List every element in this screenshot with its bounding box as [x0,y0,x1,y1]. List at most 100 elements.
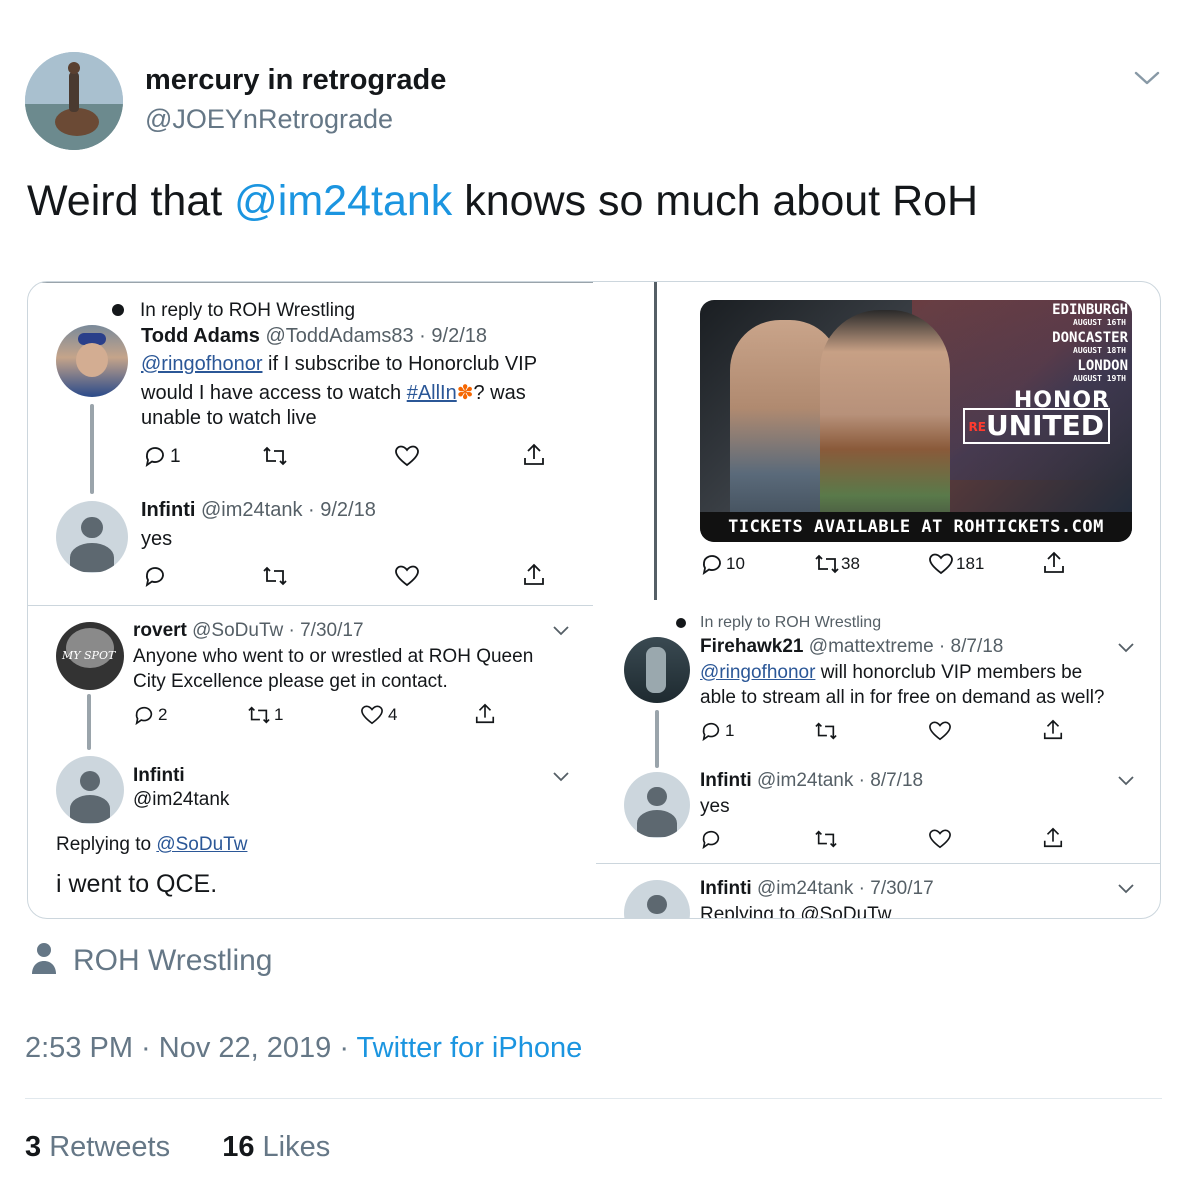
avatar[interactable] [56,501,128,573]
chevron-down-icon[interactable] [551,769,571,785]
share-icon[interactable] [1042,550,1066,576]
thread-line [87,694,91,750]
retweet-icon[interactable] [814,720,838,742]
tweet-text: @ringofhonor if I subscribe to Honorclub… [141,353,538,375]
retweet-icon[interactable] [262,564,288,588]
paw-icon: ✽ [456,382,474,404]
panel-divider [654,282,657,600]
reply-icon[interactable] [700,828,722,850]
reply-icon[interactable] [133,704,155,726]
retweet-icon[interactable] [262,444,288,468]
tweet-text: Weird that @im24tank knows so much about… [27,177,979,225]
like-count: 4 [388,705,398,724]
heart-icon[interactable] [394,564,420,588]
heart-icon[interactable] [928,552,954,576]
source-link[interactable]: Twitter for iPhone [357,1032,583,1064]
retweet-icon[interactable] [814,828,838,850]
share-icon[interactable] [522,442,546,468]
avatar-text: MY SPOT [62,649,116,662]
tweet-author[interactable]: Infinti @im24tank · 8/7/18 [700,770,923,792]
thread-line [90,404,94,494]
avatar[interactable] [56,325,128,397]
avatar[interactable] [56,756,124,824]
heart-icon[interactable] [360,704,384,726]
tweet-text: able to stream all in for free on demand… [700,687,1105,708]
retweet-icon[interactable] [814,552,840,576]
likes-stat[interactable]: 16 Likes [222,1131,330,1163]
poster-city: EDINBURGH [1052,302,1128,318]
share-icon[interactable] [522,562,546,588]
chevron-down-icon[interactable] [1116,773,1136,789]
avatar[interactable]: MY SPOT [56,622,124,690]
tweet-text: would I have access to watch #AllIn✽? wa… [141,382,526,404]
retweet-count: 1 [274,705,284,724]
poster-date: AUGUST 16TH [1073,318,1126,327]
replying-to: Replying to @SoDuTw [700,904,892,919]
avatar[interactable] [624,772,690,838]
divider [28,282,593,283]
poster-logo-box: REUNITED [962,408,1110,444]
like-count: 181 [956,554,985,573]
avatar[interactable] [624,880,690,918]
tweet-author[interactable]: Firehawk21 @mattextreme · 8/7/18 [700,636,1003,658]
heart-icon[interactable] [394,444,420,468]
reply-context: In reply to ROH Wrestling [140,300,356,321]
person-icon [32,943,56,974]
poster-date: AUGUST 19TH [1073,374,1126,383]
poster-city: DONCASTER [1052,330,1128,346]
tweet-text: City Excellence please get in contact. [133,671,448,692]
tweet-author[interactable]: rovert @SoDuTw · 7/30/17 [133,620,364,642]
chevron-down-icon[interactable] [1132,66,1162,90]
retweet-count: 38 [841,554,860,573]
poster-brand-re: RE [968,420,986,434]
reply-icon[interactable] [143,564,167,588]
poster-brand-main: UNITED [985,409,1104,442]
tweet-author-name[interactable]: Infinti [133,765,185,787]
reply-count: 1 [725,721,735,740]
heart-icon[interactable] [928,828,952,850]
tweet-author[interactable]: Infinti @im24tank · 7/30/17 [700,878,934,900]
reply-count: 10 [726,554,745,573]
poster-footer: TICKETS AVAILABLE AT ROHTICKETS.COM [728,517,1104,537]
avatar-photo [25,52,123,150]
wrestler-photo [820,310,950,542]
reply-icon[interactable] [143,444,167,468]
reply-count: 1 [170,446,181,467]
speech-bubble-icon [112,304,124,316]
author-avatar[interactable] [25,52,123,150]
author-name[interactable]: mercury in retrograde [145,64,446,97]
share-icon[interactable] [1042,718,1064,742]
speech-bubble-icon [676,618,686,628]
tweet-stats: 3 Retweets 16 Likes [25,1131,330,1164]
reply-count: 2 [158,705,168,724]
tweet-text: unable to watch live [141,407,317,429]
tweet-text: @ringofhonor will honorclub VIP members … [700,662,1083,683]
retweet-icon[interactable] [247,704,271,726]
mention-link[interactable]: @im24tank [234,177,452,225]
divider [28,605,593,606]
tweet-author[interactable]: Infinti @im24tank · 9/2/18 [141,499,376,522]
poster-city: LONDON [1077,358,1128,374]
share-icon[interactable] [1042,826,1064,850]
author-handle[interactable]: @JOEYnRetrograde [145,104,393,135]
chevron-down-icon[interactable] [551,623,571,639]
context-link[interactable]: ROH Wrestling [73,944,272,978]
reply-context: In reply to ROH Wrestling [700,614,882,631]
tweet-author-handle[interactable]: @im24tank [133,789,229,811]
share-icon[interactable] [474,702,496,726]
divider [596,863,1160,864]
retweets-stat[interactable]: 3 Retweets [25,1131,170,1163]
divider [25,1098,1162,1099]
avatar[interactable] [624,637,690,703]
chevron-down-icon[interactable] [1116,881,1136,897]
chevron-down-icon[interactable] [1116,640,1136,656]
tweet-text: i went to QCE. [56,870,218,898]
media-image[interactable]: In reply to ROH Wrestling Todd Adams @To… [27,281,1161,919]
event-poster[interactable]: EDINBURGH AUGUST 16TH DONCASTER AUGUST 1… [700,300,1132,542]
tweet-text: yes [700,796,730,817]
reply-icon[interactable] [700,720,722,742]
heart-icon[interactable] [928,720,952,742]
tweet-author[interactable]: Todd Adams @ToddAdams83 · 9/2/18 [141,325,487,348]
thread-line [655,710,659,768]
reply-icon[interactable] [700,552,724,576]
